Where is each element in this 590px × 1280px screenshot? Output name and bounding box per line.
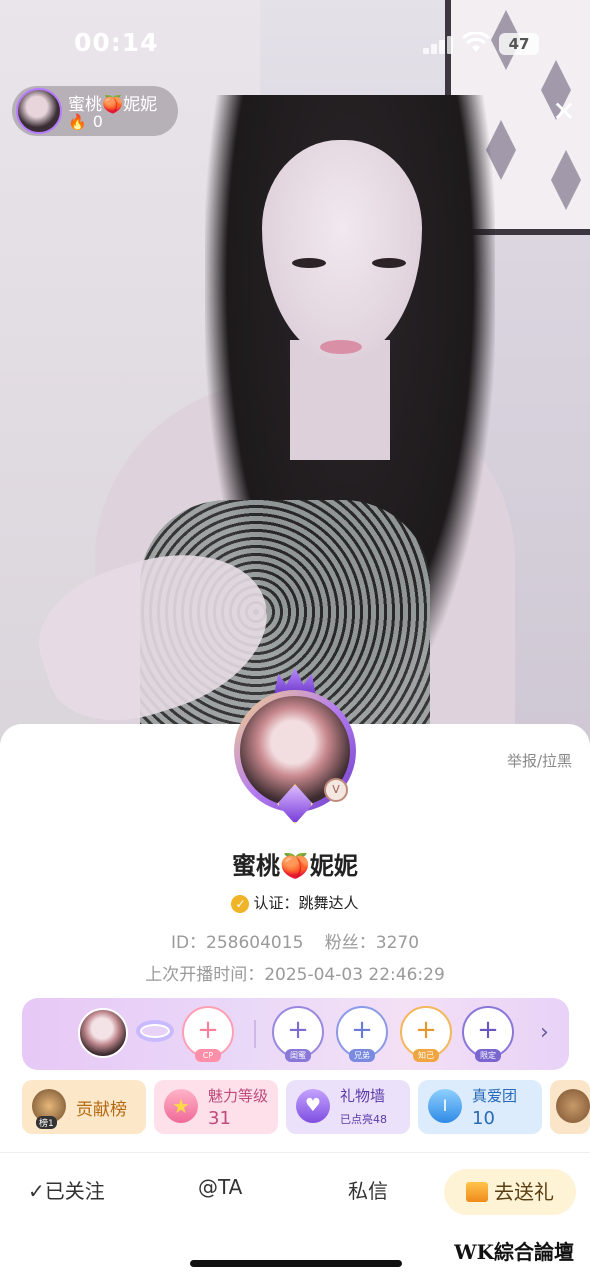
relation-tag: 兄弟	[349, 1049, 375, 1062]
verified-icon: ✓	[231, 894, 250, 913]
relation-tag: CP	[195, 1049, 221, 1062]
last-live-time: 上次开播时间：2025-04-03 22:46:29	[145, 965, 445, 985]
plus-icon: +	[351, 1015, 373, 1045]
chevron-right-icon[interactable]: ›	[540, 1020, 549, 1045]
gift-icon	[466, 1182, 488, 1202]
charm-level-value: 31	[208, 1108, 231, 1129]
host-heat: 🔥 0	[68, 112, 103, 131]
relation-slot-confidant[interactable]: + 知己	[400, 1006, 452, 1062]
home-indicator[interactable]	[190, 1260, 402, 1267]
profile-stats: ID：258604015 粉丝：3270	[0, 928, 590, 953]
host-badge[interactable]: 蜜桃🍑妮妮 🔥 0	[12, 86, 178, 136]
relation-slot-bestie[interactable]: + 闺蜜	[272, 1006, 324, 1062]
check-icon: ✓	[28, 1179, 45, 1203]
battery-indicator: 47	[499, 33, 539, 55]
plus-icon: +	[415, 1015, 437, 1045]
wifi-icon	[462, 32, 490, 52]
host-avatar[interactable]	[16, 88, 62, 134]
gift-wall-lit-count: 已点亮48	[340, 1113, 387, 1126]
profile-id: ID：258604015	[170, 933, 304, 953]
tile-title: 贡献榜	[76, 1100, 127, 1120]
feature-tiles: 贡献榜 榜1 ★ 魅力等级 31 ♥ 礼物墙 已点亮48 Ⅰ 真爱团 10	[22, 1080, 590, 1136]
profile-card: 举报/拉黑 V 蜜桃🍑妮妮 ✓ 认证：跳舞达人 ID：258604015 粉丝：3…	[0, 668, 590, 1280]
tile-contribution-rank[interactable]: 贡献榜 榜1	[22, 1080, 146, 1134]
host-small-avatar	[78, 1008, 128, 1058]
watermark: WK綜合論壇	[454, 1240, 574, 1264]
profile-avatar[interactable]: V	[228, 668, 362, 824]
tile-title: 礼物墙	[340, 1087, 386, 1105]
follow-label: 已关注	[44, 1179, 105, 1203]
divider	[254, 1020, 256, 1048]
status-bar: 00:14 47	[0, 0, 590, 88]
relation-slot-limited[interactable]: + 限定	[462, 1006, 514, 1062]
plus-icon: +	[197, 1015, 219, 1045]
rank-badge: 榜1	[36, 1116, 57, 1129]
relation-tag: 闺蜜	[285, 1049, 311, 1062]
mention-button[interactable]: @TA	[198, 1175, 242, 1199]
tile-charm-level[interactable]: ★ 魅力等级 31	[154, 1080, 278, 1134]
action-bar: ✓已关注 @TA 私信 去送礼	[0, 1152, 590, 1232]
relation-tag: 知己	[413, 1049, 439, 1062]
tile-more[interactable]	[550, 1080, 590, 1134]
cellular-signal-icon	[423, 36, 453, 54]
report-block-link[interactable]: 举报/拉黑	[507, 750, 572, 771]
heart-icon: ♥	[296, 1089, 330, 1123]
host-heat-count: 0	[92, 112, 103, 131]
relation-slot-cp[interactable]: + CP	[182, 1006, 234, 1062]
close-icon[interactable]: ✕	[548, 96, 580, 128]
status-time: 00:14	[74, 28, 159, 57]
ring-icon	[136, 1020, 174, 1042]
profile-fans: 粉丝：3270	[324, 933, 420, 953]
relationship-strip: + CP + 闺蜜 + 兄弟 + 知己 + 限定 ›	[22, 998, 569, 1070]
relation-slot-brother[interactable]: + 兄弟	[336, 1006, 388, 1062]
tile-title: 真爱团	[472, 1087, 518, 1105]
follow-button[interactable]: ✓已关注	[28, 1175, 105, 1204]
star-icon: ★	[164, 1089, 198, 1123]
plus-icon: +	[477, 1015, 499, 1045]
monkey-icon	[556, 1089, 590, 1123]
fire-icon: 🔥	[68, 113, 87, 131]
tile-gift-wall[interactable]: ♥ 礼物墙 已点亮48	[286, 1080, 410, 1134]
certification-text: 认证：跳舞达人	[253, 894, 359, 912]
relation-tag: 限定	[475, 1049, 501, 1062]
send-gift-button[interactable]: 去送礼	[444, 1169, 576, 1215]
level-badge-icon: V	[324, 778, 348, 802]
profile-nickname: 蜜桃🍑妮妮	[232, 852, 358, 880]
tile-true-love-club[interactable]: Ⅰ 真爱团 10	[418, 1080, 542, 1134]
plus-icon: +	[287, 1015, 309, 1045]
winged-heart-icon: Ⅰ	[428, 1089, 462, 1123]
tile-title: 魅力等级	[208, 1087, 269, 1105]
send-gift-label: 去送礼	[494, 1180, 554, 1204]
true-love-value: 10	[472, 1108, 495, 1129]
private-message-button[interactable]: 私信	[348, 1175, 388, 1204]
certification: ✓ 认证：跳舞达人	[0, 892, 590, 913]
